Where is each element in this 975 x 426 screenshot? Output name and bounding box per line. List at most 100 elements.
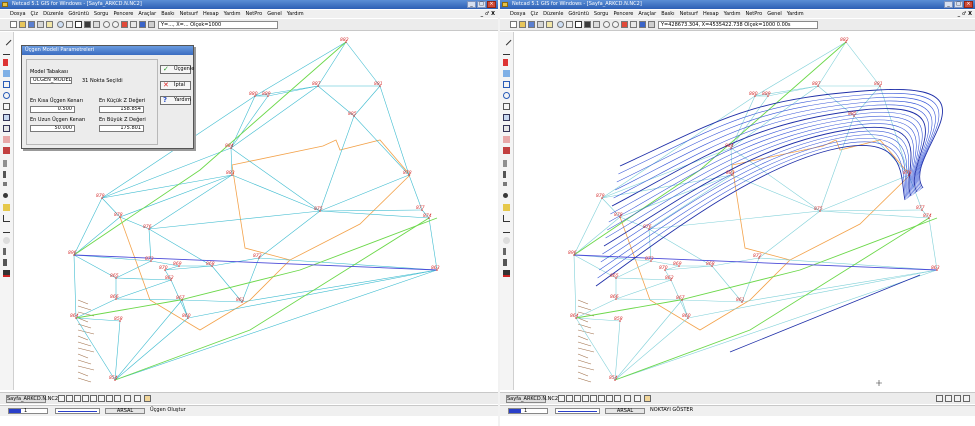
open-folder-icon[interactable] xyxy=(519,21,526,28)
pointer-icon[interactable] xyxy=(630,21,637,28)
menu-dosya[interactable]: Dosya xyxy=(10,10,26,18)
mdi-controls[interactable]: _ ♂ X xyxy=(958,10,972,18)
print-icon[interactable] xyxy=(37,21,44,28)
table-tool-icon[interactable] xyxy=(503,125,510,132)
snap-end-icon[interactable] xyxy=(566,395,573,402)
menu-baski[interactable]: Baskı xyxy=(661,10,674,18)
block-tool-icon[interactable] xyxy=(503,136,510,143)
menu-genel[interactable]: Genel xyxy=(767,10,782,18)
menu-pencere[interactable]: Pencere xyxy=(113,10,133,18)
snap-node-icon[interactable] xyxy=(58,395,65,402)
menu-duzenle[interactable]: Düzenle xyxy=(543,10,563,18)
menu-yardim-2[interactable]: Yardım xyxy=(287,10,304,18)
snap-grid-icon[interactable] xyxy=(98,395,105,402)
node-tool-icon[interactable] xyxy=(3,182,7,186)
view-tool-1-icon[interactable] xyxy=(936,395,943,402)
info-icon[interactable] xyxy=(624,395,631,402)
maximize-button[interactable]: □ xyxy=(477,1,486,8)
area-tool-icon[interactable] xyxy=(503,114,510,121)
pen-tool-icon[interactable] xyxy=(503,248,506,255)
info-icon[interactable] xyxy=(139,21,146,28)
save-icon[interactable] xyxy=(28,21,35,28)
grid-icon[interactable] xyxy=(93,21,100,28)
menu-pencere[interactable]: Pencere xyxy=(613,10,633,18)
snap-tool-icon[interactable] xyxy=(503,193,508,198)
warning-icon[interactable] xyxy=(144,395,151,402)
snap-node-icon[interactable] xyxy=(558,395,565,402)
minimize-button[interactable]: _ xyxy=(944,1,953,8)
grid-icon[interactable] xyxy=(593,21,600,28)
menu-netsurf[interactable]: Netsurf xyxy=(180,10,198,18)
snap-perp-icon[interactable] xyxy=(590,395,597,402)
new-file-icon[interactable] xyxy=(510,21,517,28)
node-tool-icon[interactable] xyxy=(503,182,507,186)
target-tool-icon[interactable] xyxy=(503,237,510,244)
dimension-tool-icon[interactable] xyxy=(503,171,506,178)
pan-icon[interactable] xyxy=(584,21,591,28)
menu-goruntu[interactable]: Görüntü xyxy=(68,10,88,18)
snap-perp-icon[interactable] xyxy=(90,395,97,402)
zoom-window-icon[interactable] xyxy=(66,21,73,28)
menu-ciz[interactable]: Çiz xyxy=(31,10,39,18)
snap-center-icon[interactable] xyxy=(114,395,121,402)
snap-center-icon[interactable] xyxy=(614,395,621,402)
menu-goruntu[interactable]: Görüntü xyxy=(568,10,588,18)
snap-intersect-icon[interactable] xyxy=(574,395,581,402)
minimize-button[interactable]: _ xyxy=(467,1,476,8)
zoom-window-icon[interactable] xyxy=(566,21,573,28)
menu-araclar[interactable]: Araçlar xyxy=(638,10,656,18)
save-icon[interactable] xyxy=(528,21,535,28)
arc-tool-icon[interactable] xyxy=(3,81,10,88)
menu-sorgu[interactable]: Sorgu xyxy=(594,10,609,18)
hatch-tool-icon[interactable] xyxy=(3,147,10,154)
measure-tool-icon[interactable] xyxy=(3,160,7,167)
text-tool-icon[interactable] xyxy=(503,70,510,77)
brush-tool-icon[interactable] xyxy=(3,259,7,266)
current-layer[interactable]: ARSAL xyxy=(605,408,645,414)
crosshair-icon[interactable] xyxy=(75,21,82,28)
delete-tool-icon[interactable] xyxy=(503,270,510,277)
settings-icon[interactable] xyxy=(648,21,655,28)
menu-netsurf[interactable]: Netsurf xyxy=(680,10,698,18)
layers-icon[interactable] xyxy=(46,21,53,28)
sheet-tab[interactable]: Sayfa_ARKCD.N.NC2 xyxy=(6,395,58,403)
mdi-controls[interactable]: _ ♂ X xyxy=(481,10,495,18)
label-tool-icon[interactable] xyxy=(3,204,10,211)
settings-icon[interactable] xyxy=(148,21,155,28)
info-icon[interactable] xyxy=(124,395,131,402)
undo-icon[interactable] xyxy=(603,21,610,28)
new-file-icon[interactable] xyxy=(10,21,17,28)
menu-netpro[interactable]: NetPro xyxy=(745,10,762,18)
snap-end-icon[interactable] xyxy=(66,395,73,402)
select-icon[interactable] xyxy=(634,395,641,402)
menu-yardim-2[interactable]: Yardım xyxy=(787,10,804,18)
redo-icon[interactable] xyxy=(112,21,119,28)
polyline-tool-icon[interactable] xyxy=(3,48,10,55)
maximize-button[interactable]: □ xyxy=(954,1,963,8)
menu-baski[interactable]: Baskı xyxy=(161,10,174,18)
max-edge-field[interactable]: 50.000 xyxy=(30,125,75,132)
menu-dosya[interactable]: Dosya xyxy=(510,10,526,18)
angle-tool-icon[interactable] xyxy=(3,215,10,222)
select-icon[interactable] xyxy=(134,395,141,402)
redo-icon[interactable] xyxy=(612,21,619,28)
menu-yardim[interactable]: Yardım xyxy=(224,10,241,18)
circle-tool-icon[interactable] xyxy=(503,92,510,99)
undo-icon[interactable] xyxy=(103,21,110,28)
close-button[interactable]: × xyxy=(487,1,496,8)
current-color[interactable]: 1 xyxy=(8,408,48,414)
delete-tool-icon[interactable] xyxy=(3,270,10,277)
help-icon[interactable] xyxy=(121,21,128,28)
menu-araclar[interactable]: Araçlar xyxy=(138,10,156,18)
layers-icon[interactable] xyxy=(546,21,553,28)
min-edge-field[interactable]: 0.500 xyxy=(30,106,75,113)
view-tool-4-icon[interactable] xyxy=(963,395,970,402)
ortho-icon[interactable] xyxy=(106,395,113,402)
line-tool-icon[interactable] xyxy=(501,35,512,46)
hatch-tool-icon[interactable] xyxy=(503,147,510,154)
view-tool-3-icon[interactable] xyxy=(954,395,961,402)
snap-grid-icon[interactable] xyxy=(598,395,605,402)
current-linetype[interactable] xyxy=(555,408,600,414)
menu-netpro[interactable]: NetPro xyxy=(245,10,262,18)
offset-tool-icon[interactable] xyxy=(3,226,10,233)
